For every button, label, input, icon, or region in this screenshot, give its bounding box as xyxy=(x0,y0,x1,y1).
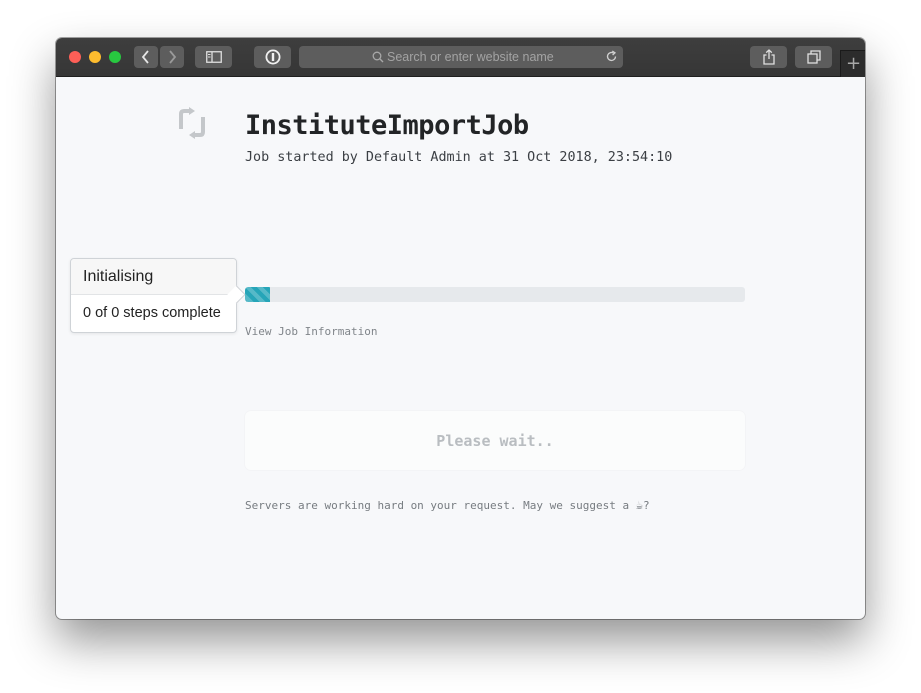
job-progress-bar[interactable] xyxy=(245,287,745,302)
sidebar-toggle-button[interactable] xyxy=(195,46,232,68)
search-icon xyxy=(372,51,384,63)
tabs-icon xyxy=(806,50,821,64)
servers-working-note: Servers are working hard on your request… xyxy=(245,498,650,512)
page-content: InstituteImportJob Job started by Defaul… xyxy=(56,77,865,619)
page-title: InstituteImportJob xyxy=(245,110,529,141)
browser-window: + InstituteImportJob Job started by Defa… xyxy=(56,38,865,619)
plus-icon: + xyxy=(845,53,862,74)
sync-icon xyxy=(179,107,205,139)
browser-toolbar: + xyxy=(56,38,865,77)
chevron-left-icon xyxy=(141,50,149,64)
note-suffix: ? xyxy=(642,499,650,512)
password-manager-button[interactable] xyxy=(254,46,291,68)
reload-icon[interactable] xyxy=(605,50,618,63)
progress-fill xyxy=(245,287,270,302)
new-tab-button[interactable]: + xyxy=(840,50,865,77)
chevron-right-icon xyxy=(169,50,177,64)
please-wait-text: Please wait.. xyxy=(436,431,554,450)
password-manager-icon xyxy=(265,49,280,65)
tab-overview-button[interactable] xyxy=(795,46,832,68)
status-heading: Initialising xyxy=(71,259,236,295)
share-icon xyxy=(762,49,775,65)
note-text: Servers are working hard on your request… xyxy=(245,499,636,512)
share-button[interactable] xyxy=(750,46,787,68)
steps-complete: 0 of 0 steps complete xyxy=(83,305,221,321)
address-input[interactable] xyxy=(387,48,597,66)
sidebar-icon xyxy=(205,51,222,63)
job-started-info: Job started by Default Admin at 31 Oct 2… xyxy=(245,150,673,165)
coffee-icon: ☕ xyxy=(635,498,643,512)
view-job-information-link[interactable]: View Job Information xyxy=(245,325,377,338)
address-bar[interactable] xyxy=(299,46,623,68)
forward-button[interactable] xyxy=(160,46,184,68)
close-window-button[interactable] xyxy=(69,51,81,63)
zoom-window-button[interactable] xyxy=(109,51,121,63)
back-button[interactable] xyxy=(134,46,158,68)
please-wait-panel: Please wait.. xyxy=(245,411,745,470)
status-popover: Initialising 0 of 0 steps complete xyxy=(70,258,246,333)
minimize-window-button[interactable] xyxy=(89,51,101,63)
